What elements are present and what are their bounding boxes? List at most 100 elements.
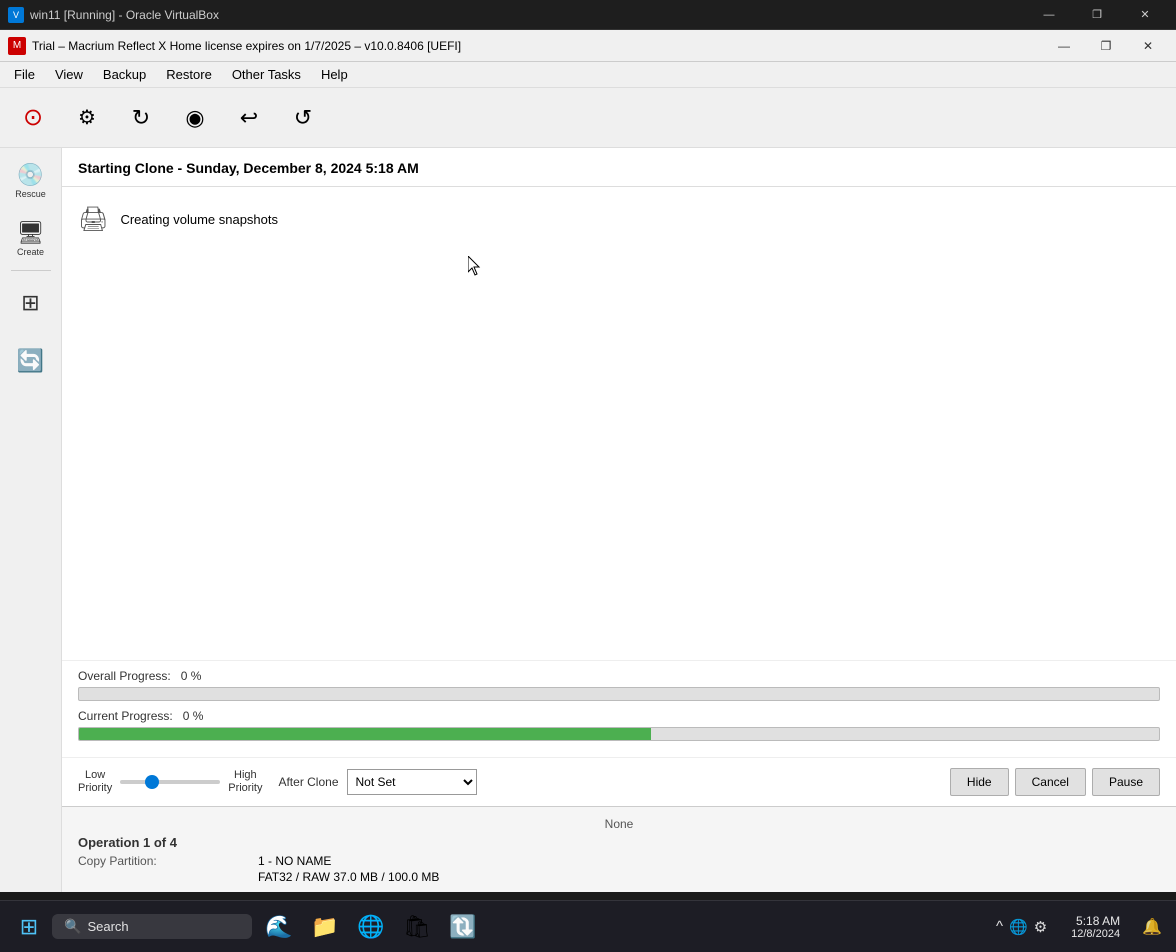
menu-help[interactable]: Help	[311, 65, 358, 84]
toolbar-button-5[interactable]: ↺	[278, 92, 328, 144]
priority-section: Low Priority High Priority	[78, 769, 262, 795]
clone-body-scroll[interactable]: 🖨 Creating volume snapshots	[62, 187, 1176, 660]
toolbar-icon-2: ↻	[132, 107, 150, 129]
toolbar-icon-5: ↺	[294, 107, 312, 129]
overall-progress-value: 0 %	[181, 669, 202, 683]
store-icon: 🛍	[403, 914, 431, 940]
start-button[interactable]: ⊞	[8, 906, 50, 948]
toolbar-button-2[interactable]: ↻	[116, 92, 166, 144]
task-item: 🖨 Creating volume snapshots	[78, 201, 1160, 238]
cancel-button[interactable]: Cancel	[1015, 768, 1086, 796]
world-icon: 🌐	[1009, 918, 1028, 936]
clone-body: 🖨 Creating volume snapshots	[62, 187, 1176, 252]
app-title: Trial – Macrium Reflect X Home license e…	[32, 39, 1044, 53]
overall-progress-bar	[78, 687, 1160, 701]
taskbar-app-store[interactable]: 🛍	[396, 906, 438, 948]
op-title: Operation 1 of 4	[78, 835, 1160, 850]
clock-time: 5:18 AM	[1071, 914, 1120, 928]
current-progress-fill	[79, 728, 651, 740]
taskbar-app-edge[interactable]: 🌐	[350, 906, 392, 948]
taskbar-app-files[interactable]: 📁	[304, 906, 346, 948]
priority-slider-thumb[interactable]	[145, 775, 159, 789]
sidebar-item-rescue[interactable]: 💿 Rescue	[3, 152, 59, 208]
toolbar-icon-4: ↩	[240, 107, 258, 129]
vbox-minimize-button[interactable]: —	[1026, 0, 1072, 30]
taskbar-right: ^ 🌐 ⚙ 5:18 AM 12/8/2024 🔔	[988, 910, 1168, 944]
high-priority-label: High Priority	[228, 769, 262, 795]
gear-sys-icon: ⚙	[1034, 918, 1047, 936]
menubar: File View Backup Restore Other Tasks Hel…	[0, 62, 1176, 88]
vbox-icon: V	[8, 7, 24, 23]
toolbar-icon-0: ⊙	[23, 106, 43, 130]
none-text: None	[78, 813, 1160, 835]
content-area: Starting Clone - Sunday, December 8, 202…	[62, 148, 1176, 892]
after-clone-label: After Clone	[278, 775, 338, 789]
hide-button[interactable]: Hide	[950, 768, 1009, 796]
sync-icon: 🔃	[449, 914, 476, 940]
chevron-up-icon: ^	[996, 918, 1003, 935]
rescue-icon: 💿	[17, 162, 44, 188]
app-maximize-button[interactable]: ❐	[1086, 32, 1126, 60]
op-key-0: Copy Partition:	[78, 854, 258, 868]
task-label: Creating volume snapshots	[120, 212, 278, 227]
clone-title: Starting Clone - Sunday, December 8, 202…	[78, 160, 1160, 176]
action-buttons: Hide Cancel Pause	[950, 768, 1160, 796]
create-icon: 🖥	[17, 220, 45, 246]
start-icon: ⊞	[20, 914, 38, 940]
notification-button[interactable]: 🔔	[1136, 913, 1168, 941]
toolbar: ⊙ ⚙ ↻ ◉ ↩ ↺	[0, 88, 1176, 148]
op-key-1	[78, 870, 258, 884]
taskbar-apps: 🌊 📁 🌐 🛍 🔃	[258, 906, 484, 948]
search-text: Search	[87, 919, 128, 934]
edge-icon: 🌐	[357, 914, 384, 940]
pause-button[interactable]: Pause	[1092, 768, 1160, 796]
current-progress-value: 0 %	[183, 709, 204, 723]
taskbar: ⊞ 🔍 Search 🌊 📁 🌐 🛍 🔃 ^ 🌐 ⚙ 5:18 AM 12/8	[0, 900, 1176, 952]
files-icon: 📁	[311, 914, 338, 940]
vbox-close-button[interactable]: ✕	[1122, 0, 1168, 30]
after-clone-section: After Clone Not Set Shutdown Restart Hib…	[278, 769, 476, 795]
vbox-title: win11 [Running] - Oracle VirtualBox	[30, 8, 1026, 22]
vbox-titlebar: V win11 [Running] - Oracle VirtualBox — …	[0, 0, 1176, 30]
app-titlebar: M Trial – Macrium Reflect X Home license…	[0, 30, 1176, 62]
menu-restore[interactable]: Restore	[156, 65, 222, 84]
system-tray[interactable]: ^ 🌐 ⚙	[988, 914, 1055, 940]
clock[interactable]: 5:18 AM 12/8/2024	[1063, 910, 1128, 944]
sidebar-divider-1	[11, 270, 51, 271]
op-val-0: 1 - NO NAME	[258, 854, 331, 868]
current-progress-bar	[78, 727, 1160, 741]
sidebar-item-windows[interactable]: ⊞	[3, 275, 59, 331]
after-clone-select[interactable]: Not Set Shutdown Restart Hibernate Sleep	[347, 769, 477, 795]
menu-file[interactable]: File	[4, 65, 45, 84]
op-val-1: FAT32 / RAW 37.0 MB / 100.0 MB	[258, 870, 439, 884]
lower-panel: None Operation 1 of 4 Copy Partition: 1 …	[62, 806, 1176, 892]
toolbar-button-4[interactable]: ↩	[224, 92, 274, 144]
app-window-controls: — ❐ ✕	[1044, 32, 1168, 60]
main-layout: 💿 Rescue 🖥 Create ⊞ 🔄 Starting Clone - S…	[0, 148, 1176, 892]
sidebar-item-restore[interactable]: 🔄	[3, 333, 59, 389]
toolbar-button-1[interactable]: ⚙	[62, 92, 112, 144]
menu-view[interactable]: View	[45, 65, 93, 84]
overall-progress-label: Overall Progress: 0 %	[78, 669, 1160, 683]
app-icon: M	[8, 37, 26, 55]
search-icon: 🔍	[64, 918, 81, 935]
vbox-maximize-button[interactable]: ❐	[1074, 0, 1120, 30]
app-minimize-button[interactable]: —	[1044, 32, 1084, 60]
sidebar-item-create[interactable]: 🖥 Create	[3, 210, 59, 266]
op-row-1: FAT32 / RAW 37.0 MB / 100.0 MB	[78, 870, 1160, 884]
app-close-button[interactable]: ✕	[1128, 32, 1168, 60]
toolbar-button-0[interactable]: ⊙	[8, 92, 58, 144]
taskbar-app-sync[interactable]: 🔃	[442, 906, 484, 948]
low-priority-label: Low Priority	[78, 769, 112, 795]
menu-other-tasks[interactable]: Other Tasks	[222, 65, 311, 84]
search-bar[interactable]: 🔍 Search	[52, 914, 252, 939]
menu-backup[interactable]: Backup	[93, 65, 156, 84]
toolbar-icon-3: ◉	[185, 107, 204, 129]
taskbar-app-0[interactable]: 🌊	[258, 906, 300, 948]
sidebar-create-label: Create	[17, 247, 44, 257]
op-row-0: Copy Partition: 1 - NO NAME	[78, 854, 1160, 868]
progress-section: Overall Progress: 0 % Current Progress: …	[62, 660, 1176, 757]
sidebar-rescue-label: Rescue	[15, 189, 46, 199]
app-window: M Trial – Macrium Reflect X Home license…	[0, 30, 1176, 892]
toolbar-button-3[interactable]: ◉	[170, 92, 220, 144]
